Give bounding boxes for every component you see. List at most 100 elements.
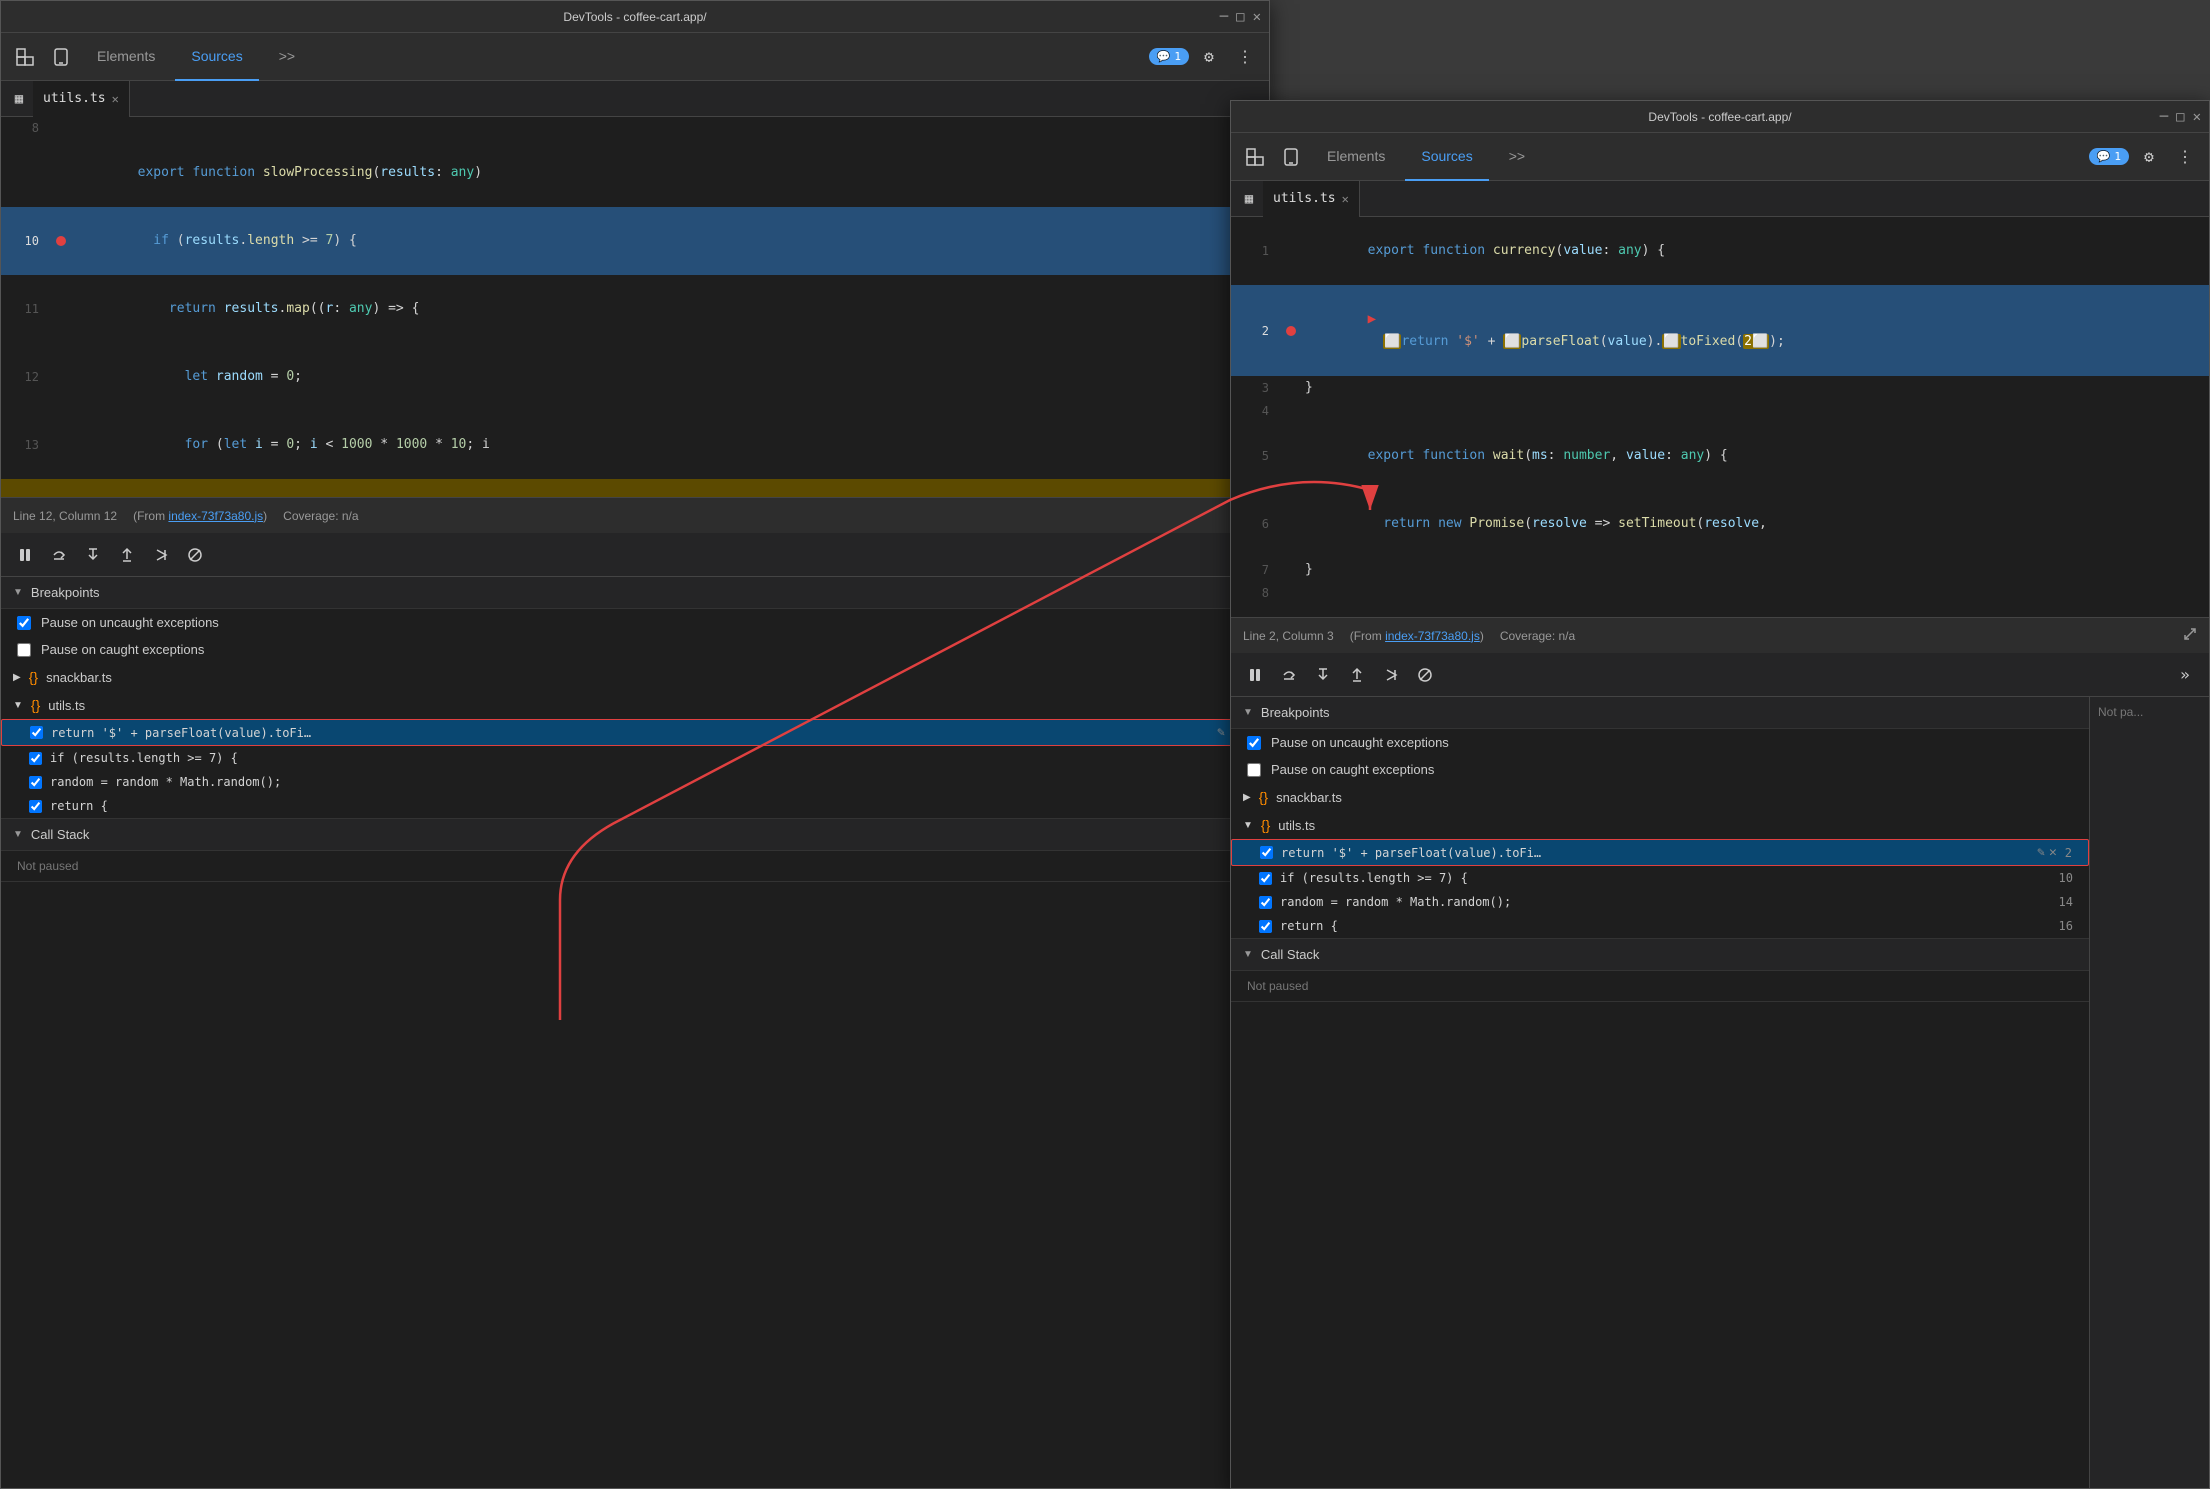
edit-icon-1-1[interactable]: ✎ [1217,725,1225,740]
step-over-btn-1[interactable] [43,539,75,571]
file-tab-utils-1[interactable]: utils.ts ✕ [33,81,130,117]
window-controls-1: ─ □ ✕ [1220,9,1261,25]
delete-icon-1-2[interactable]: ✕ [2049,845,2057,860]
code-line-w2-8: 8 [1231,582,2209,604]
step-into-btn-2[interactable] [1307,659,1339,691]
bp-checkbox-3-1[interactable] [29,776,42,789]
inspect-icon-1[interactable] [9,41,41,73]
bp-item-1-2[interactable]: return '$' + parseFloat(value).toFi… ✎ ✕… [1231,839,2089,866]
call-stack-label-2: Call Stack [1261,947,1320,962]
devtools-window-1: DevTools - coffee-cart.app/ ─ □ ✕ Elemen… [0,0,1270,1489]
step-out-btn-1[interactable] [111,539,143,571]
tab-elements-1[interactable]: Elements [81,33,171,81]
snackbar-group-1[interactable]: ▶ {} snackbar.ts [1,663,1269,691]
breakpoints-section-1: ▼ Breakpoints Pause on uncaught exceptio… [1,577,1269,819]
chat-badge-2[interactable]: 💬 1 [2089,148,2129,165]
source-link-1[interactable]: index-73f73a80.js [168,509,263,523]
utils-group-2[interactable]: ▼ {} utils.ts [1231,811,2089,839]
code-area-2[interactable]: 1 export function currency(value: any) {… [1231,217,2209,617]
bp-checkbox-4-2[interactable] [1259,920,1272,933]
bp-checkbox-4-1[interactable] [29,800,42,813]
utils-group-1[interactable]: ▼ {} utils.ts [1,691,1269,719]
snackbar-group-2[interactable]: ▶ {} snackbar.ts [1231,783,2089,811]
inspect-icon-2[interactable] [1239,141,1271,173]
deactivate-btn-2[interactable] [1409,659,1441,691]
bottom-split-2: ▼ Breakpoints Pause on uncaught exceptio… [1231,697,2209,1488]
coverage-2: Coverage: n/a [1500,629,1575,643]
pause-uncaught-1[interactable]: Pause on uncaught exceptions [1,609,1269,636]
tab-more-2[interactable]: >> [1493,133,1541,181]
bp-item-3-1[interactable]: random = random * Math.random(); 14 [1,770,1269,794]
call-stack-header-1[interactable]: ▼ Call Stack [1,819,1269,851]
bp-item-3-2[interactable]: random = random * Math.random(); 14 [1231,890,2089,914]
source-link-2[interactable]: index-73f73a80.js [1385,629,1480,643]
pause-uncaught-checkbox-2[interactable] [1247,736,1261,750]
maximize-icon-2[interactable]: □ [2176,109,2184,125]
sidebar-toggle-1[interactable]: ▦ [5,85,33,113]
code-line-14: 14 random = random * ⚠Math.⬜random(); [1,479,1269,497]
file-tab-bar-2: ▦ utils.ts ✕ [1231,181,2209,217]
not-paused-1: Not paused [1,851,1269,881]
pause-resume-btn-1[interactable] [9,539,41,571]
deactivate-btn-1[interactable] [179,539,211,571]
more-icon-2[interactable]: ⋮ [2169,141,2201,173]
file-tab-bar-1: ▦ utils.ts ✕ [1,81,1269,117]
bp-checkbox-2-2[interactable] [1259,872,1272,885]
tab-sources-1[interactable]: Sources [175,33,258,81]
pause-uncaught-2[interactable]: Pause on uncaught exceptions [1231,729,2089,756]
pause-uncaught-checkbox-1[interactable] [17,616,31,630]
pause-caught-1[interactable]: Pause on caught exceptions [1,636,1269,663]
bp-item-2-1[interactable]: if (results.length >= 7) { 10 [1,746,1269,770]
step-over-btn-2[interactable] [1273,659,1305,691]
pause-caught-checkbox-1[interactable] [17,643,31,657]
gear-icon-1[interactable]: ⚙ [1193,41,1225,73]
bp-item-4-2[interactable]: return { 16 [1231,914,2089,938]
pause-caught-checkbox-2[interactable] [1247,763,1261,777]
step-out-btn-2[interactable] [1341,659,1373,691]
pause-caught-2[interactable]: Pause on caught exceptions [1231,756,2089,783]
bp-checkbox-3-2[interactable] [1259,896,1272,909]
device-icon-2[interactable] [1275,141,1307,173]
breakpoints-label-2: Breakpoints [1261,705,1330,720]
file-tab-label-2: utils.ts [1273,191,1336,206]
pause-resume-btn-2[interactable] [1239,659,1271,691]
close-icon-2[interactable]: ✕ [2193,109,2201,125]
bp-checkbox-1-2[interactable] [1260,846,1273,859]
code-line-w2-5: 5 export function wait(ms: number, value… [1231,422,2209,490]
bp-item-2-2[interactable]: if (results.length >= 7) { 10 [1231,866,2089,890]
bp-checkbox-2-1[interactable] [29,752,42,765]
bp-checkbox-1-1[interactable] [30,726,43,739]
tab-more-1[interactable]: >> [263,33,311,81]
continue-btn-1[interactable] [145,539,177,571]
expand-btn-2[interactable] [2183,627,2197,644]
device-icon-1[interactable] [45,41,77,73]
collapse-btn-2[interactable]: » [2169,659,2201,691]
call-stack-header-2[interactable]: ▼ Call Stack [1231,939,2089,971]
breakpoints-header-2[interactable]: ▼ Breakpoints [1231,697,2089,729]
tab-elements-2[interactable]: Elements [1311,133,1401,181]
breakpoints-header-1[interactable]: ▼ Breakpoints [1,577,1269,609]
title-bar-1: DevTools - coffee-cart.app/ ─ □ ✕ [1,1,1269,33]
close-icon-1[interactable]: ✕ [1253,9,1261,25]
bottom-panel-2: ▼ Breakpoints Pause on uncaught exceptio… [1231,697,2089,1488]
edit-icon-1-2[interactable]: ✎ [2037,845,2045,860]
gear-icon-2[interactable]: ⚙ [2133,141,2165,173]
code-area-1[interactable]: 8 export function slowProcessing(results… [1,117,1269,497]
file-tab-close-1[interactable]: ✕ [112,92,119,106]
minimize-icon-2[interactable]: ─ [2160,109,2168,125]
code-line-12: 12 let random = 0; [1,343,1269,411]
bp-item-1-1[interactable]: return '$' + parseFloat(value).toFi… ✎ ✕… [1,719,1269,746]
step-into-btn-1[interactable] [77,539,109,571]
tab-sources-2[interactable]: Sources [1405,133,1488,181]
more-icon-1[interactable]: ⋮ [1229,41,1261,73]
continue-btn-2[interactable] [1375,659,1407,691]
not-paused-2: Not paused [1231,971,2089,1001]
sidebar-toggle-2[interactable]: ▦ [1235,185,1263,213]
top-toolbar-1: Elements Sources >> 💬 1 ⚙ ⋮ [1,33,1269,81]
file-tab-close-2[interactable]: ✕ [1342,192,1349,206]
file-tab-utils-2[interactable]: utils.ts ✕ [1263,181,1360,217]
minimize-icon-1[interactable]: ─ [1220,9,1228,25]
chat-badge-1[interactable]: 💬 1 [1149,48,1189,65]
bp-item-4-1[interactable]: return { 16 [1,794,1269,818]
maximize-icon-1[interactable]: □ [1236,9,1244,25]
